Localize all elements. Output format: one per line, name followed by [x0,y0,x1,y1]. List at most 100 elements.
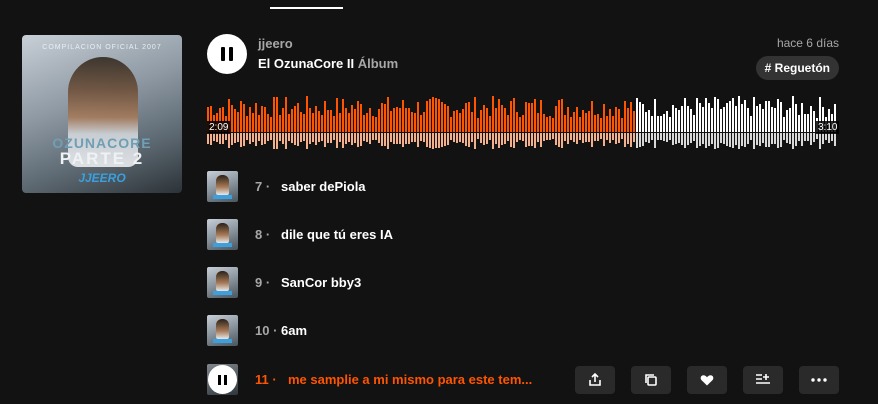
track-pause-button[interactable] [208,365,237,394]
genre-tag[interactable]: # Reguetón [755,56,839,80]
share-button[interactable] [575,366,615,394]
waveform-bar [330,110,332,132]
waveform-bar [480,110,482,132]
waveform-reflection-bar [822,133,824,144]
waveform-reflection-bar [351,133,353,145]
waveform-bar [603,104,605,132]
track-number: 8 · [255,227,271,242]
waveform-bar [390,111,392,132]
waveform-reflection-bar [267,133,269,141]
track-title[interactable]: 6am [281,323,307,338]
waveform-bar [645,112,647,132]
more-options-button[interactable] [799,366,839,394]
waveform-reflection-bar [507,133,509,141]
waveform-bar [261,106,263,132]
waveform-reflection-bar [273,133,275,149]
waveform-bar [543,114,545,132]
waveform-reflection-bar [750,133,752,140]
waveform-reflection-bar [384,133,386,146]
waveform-bar [606,116,608,132]
track-number: 7 · [255,179,271,194]
waveform-bar [684,98,686,132]
waveform-reflection-bar [645,133,647,142]
waveform-bar [576,107,578,132]
waveform-bar [420,115,422,132]
waveform-bar [747,108,749,132]
waveform-bar [672,105,674,132]
waveform-reflection-bar [705,133,707,148]
waveform-bar [810,106,812,132]
waveform-bar [573,112,575,132]
waveform-reflection-bar [390,133,392,142]
track-row[interactable]: 9 · SanCor bby3 [207,267,839,299]
like-button[interactable] [687,366,727,394]
waveform-bar [618,109,620,132]
waveform-bar [324,101,326,132]
waveform-bar [249,107,251,132]
waveform-bar [291,109,293,132]
track-row[interactable]: 10 · 6am [207,315,839,347]
waveform-reflection-bar [489,133,491,140]
waveform-reflection-bar [471,133,473,142]
waveform-bar [687,106,689,132]
track-row[interactable]: 7 · saber dePiola [207,171,839,203]
waveform-bar [273,97,275,132]
waveform-bar [321,115,323,132]
waveform-bar [393,108,395,132]
track-thumbnail [207,219,238,250]
album-cover[interactable]: COMPILACION OFICIAL 2007 OZUNACORE PARTE… [22,35,182,193]
waveform-reflection-bar [657,133,659,140]
waveform-reflection-bar [447,133,449,145]
waveform-reflection-bar [396,133,398,144]
waveform-reflection-bar [555,133,557,145]
waveform-reflection-bar [606,133,608,140]
track-title[interactable]: saber dePiola [281,179,366,194]
waveform-reflection-bar [222,133,224,144]
track-title[interactable]: dile que tú eres IA [281,227,393,242]
waveform-bar [444,104,446,132]
play-pause-button[interactable] [207,34,247,74]
waveform-reflection-bar [618,133,620,143]
waveform-reflection-bar [423,133,425,142]
waveform-reflection-bar [411,133,413,142]
waveform-bar [354,109,356,132]
waveform-reflection-bar [252,133,254,142]
waveform-reflection-bar [219,133,221,144]
track-title[interactable]: SanCor bby3 [281,275,361,290]
waveform-bar [240,101,242,132]
waveform-reflection-bar [438,133,440,148]
waveform-bar [579,117,581,132]
waveform-reflection-bar [756,133,758,145]
pause-icon [217,374,229,385]
waveform-reflection-bar [615,133,617,144]
waveform-bar [717,99,719,132]
waveform-reflection-bar [408,133,410,144]
waveform-bar [768,101,770,132]
waveform-reflection-bar [642,133,644,146]
waveform-reflection-bar [819,133,821,149]
track-row[interactable]: 8 · dile que tú eres IA [207,219,839,251]
waveform-reflection-bar [450,133,452,140]
waveform[interactable] [207,94,839,152]
waveform-bar [345,108,347,132]
waveform-bar [333,116,335,132]
artist-name[interactable]: jjeero [258,36,293,51]
waveform-reflection-bar [834,133,836,146]
waveform-reflection-bar [711,133,713,144]
waveform-bar [738,96,740,132]
waveform-reflection-bar [792,133,794,149]
waveform-bar [714,97,716,132]
waveform-reflection-bar [417,133,419,147]
waveform-reflection-bar [804,133,806,141]
waveform-bar [681,106,683,132]
waveform-bar [765,101,767,132]
track-title[interactable]: me samplie a mi mismo para este tem... [288,372,532,387]
waveform-bar [693,115,695,132]
waveform-bar [795,104,797,132]
album-title[interactable]: El OzunaCore II [258,56,354,71]
add-to-queue-button[interactable] [743,366,783,394]
copy-link-button[interactable] [631,366,671,394]
track-thumbnail [207,171,238,202]
waveform-reflection-bar [828,133,830,143]
waveform-bar [423,112,425,132]
